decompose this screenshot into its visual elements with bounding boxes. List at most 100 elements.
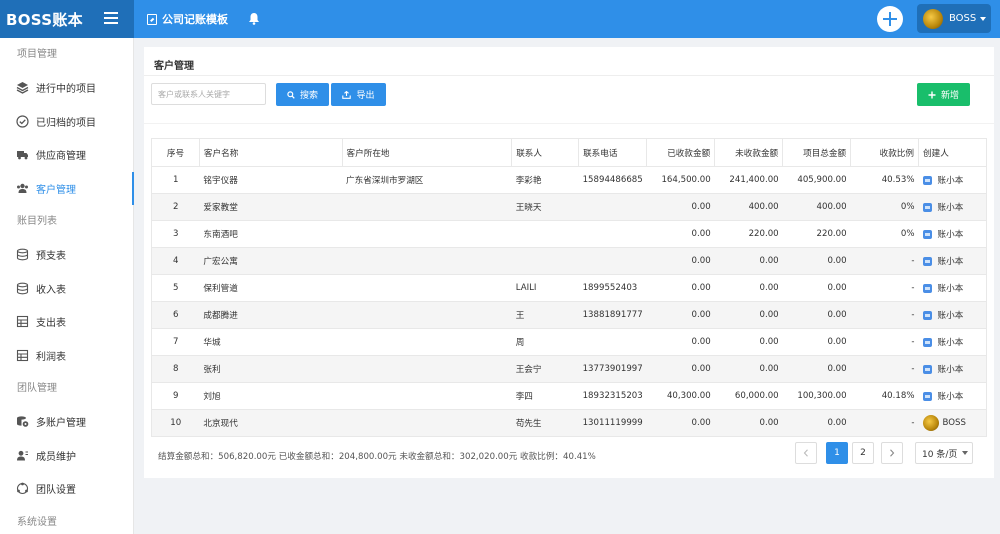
table-row[interactable]: 2 爱家教堂 王晓天 0.00 400.00 400.00 0% 账小本 (151, 193, 987, 221)
cell-creator: 账小本 (918, 382, 987, 410)
sidebar-item-customers[interactable]: 客户管理 (0, 171, 134, 206)
sidebar-item-suppliers[interactable]: 供应商管理 (0, 138, 133, 172)
cell-phone: 15894486685 (578, 166, 647, 194)
avatar (922, 415, 939, 431)
column-header-phone[interactable]: 联系电话 (578, 138, 648, 167)
members-icon (17, 450, 28, 461)
sidebar-item-income[interactable]: 收入表 (0, 272, 133, 306)
cell-name: 东南酒吧 (199, 220, 343, 248)
search-input[interactable] (151, 83, 266, 105)
brand-area: BOSS账本 (0, 0, 134, 38)
table-row[interactable]: 6 成都腾进王 13881891777 0.00 0.00 0.00- 账小本 (151, 301, 987, 329)
sidebar-item-profit[interactable]: 利润表 (0, 339, 133, 373)
column-header-received[interactable]: 已收款金额 (646, 138, 716, 167)
table-row[interactable]: 5 保利管道 LAILI 1899552403 0.00 0.00 0.00- 账小本 (151, 274, 987, 302)
template-link[interactable]: 公司记账模板 (147, 11, 228, 27)
table-row[interactable]: 8 张利 王会宁 13773901997 0.00 0.00 0.00- 账小本 (151, 355, 987, 383)
column-header-contact[interactable]: 联系人 (511, 138, 580, 167)
cell-phone (578, 193, 647, 221)
cell-location (342, 355, 512, 383)
cell-location (342, 301, 512, 329)
bell-icon[interactable] (248, 12, 260, 25)
column-header-creator[interactable]: 创建人 (918, 138, 987, 167)
column-header-total[interactable]: 项目总金额 (782, 138, 852, 167)
column-header-unreceived[interactable]: 未收款金额 (714, 138, 784, 167)
search-button[interactable]: 搜索 (276, 83, 329, 106)
creator: BOSS (922, 415, 983, 431)
prev-page-button[interactable] (795, 442, 817, 464)
cell-contact (511, 247, 579, 275)
add-customer-button[interactable]: 新增 (917, 83, 970, 106)
page-2-button[interactable]: 2 (852, 442, 874, 464)
user-menu[interactable]: BOSS (917, 4, 991, 33)
cell-total: 100,300.00 (782, 382, 851, 410)
cell-received: 0.00 (646, 247, 715, 275)
cell-creator: 账小本 (918, 355, 987, 383)
column-header-ratio[interactable]: 收款比例 (850, 138, 919, 167)
sidebar-item-members[interactable]: 成员维护 (0, 439, 133, 473)
next-page-button[interactable] (881, 442, 903, 464)
sidebar-item-expense[interactable]: 支出表 (0, 305, 133, 339)
cell-no: 9 (151, 382, 200, 410)
cell-unreceived: 220.00 (714, 220, 783, 248)
cell-name: 北京现代 (199, 409, 343, 437)
column-header-name[interactable]: 客户名称 (199, 138, 343, 167)
table-row[interactable]: 7 华城周 0.00 0.00 0.00- 账小本 (151, 328, 987, 356)
cell-name: 华城 (199, 328, 343, 356)
cell-no: 4 (151, 247, 200, 275)
cell-no: 2 (151, 193, 200, 221)
table-row[interactable]: 4 广宏公寓 0.00 0.00 0.00- 账小本 (151, 247, 987, 275)
page-size-select[interactable]: 10 条/页 (915, 442, 973, 464)
sidebar-item-active-projects[interactable]: 进行中的项目 (0, 71, 133, 105)
table-row[interactable]: 10 北京现代 苟先生 13011119999 0.00 0.00 0.00- BOSS (151, 409, 987, 437)
table-header-row: 序号 客户名称 客户所在地 联系人 联系电话 已收款金额 未收款金额 项目总金额… (151, 138, 987, 167)
export-button[interactable]: 导出 (331, 83, 386, 106)
quick-add-button[interactable] (877, 6, 903, 32)
cell-total: 0.00 (782, 409, 851, 437)
cell-creator: 账小本 (918, 328, 987, 356)
creator-name: 账小本 (937, 176, 964, 186)
sidebar-item-label: 支出表 (36, 318, 66, 330)
sidebar-item-advance[interactable]: 预支表 (0, 238, 133, 272)
creator-name: 账小本 (937, 284, 964, 294)
avatar (923, 8, 943, 29)
check-circle-icon (16, 115, 29, 128)
creator: 账小本 (922, 174, 983, 186)
table-row[interactable]: 9 刘旭 李四 18932315203 40,300.00 60,000.00 100,30… (151, 382, 987, 410)
page-size-value: 10 条/页 (922, 449, 958, 460)
cell-no: 6 (151, 301, 200, 329)
creator: 账小本 (922, 255, 983, 267)
truck-icon (17, 151, 28, 160)
menu-toggle-icon[interactable] (104, 12, 118, 24)
cell-name: 成都腾进 (199, 301, 343, 329)
cell-unreceived: 60,000.00 (714, 382, 783, 410)
sidebar: 项目管理 进行中的项目 已归档的项目 供应商管理 客户管理 账目列表 预支表 收… (0, 38, 134, 534)
cell-location: 广东省深圳市罗湖区 (342, 166, 512, 194)
cell-location (342, 247, 512, 275)
page-1-button[interactable]: 1 (826, 442, 848, 464)
brand-logo[interactable]: BOSS账本 (6, 9, 83, 30)
divider (144, 75, 994, 76)
sidebar-item-team-settings[interactable]: 团队设置 (0, 472, 133, 506)
sidebar-item-label: 供应商管理 (36, 151, 86, 163)
search-icon (287, 90, 295, 99)
sidebar-item-label: 利润表 (36, 351, 66, 363)
sidebar-item-archived-projects[interactable]: 已归档的项目 (0, 105, 133, 139)
table-row[interactable]: 3 东南酒吧 0.00 220.00 220.00 0% 账小本 (151, 220, 987, 248)
cell-name: 张利 (199, 355, 343, 383)
sidebar-item-multi-account[interactable]: 多账户管理 (0, 405, 133, 439)
cell-received: 0.00 (646, 328, 715, 356)
column-header-location[interactable]: 客户所在地 (342, 138, 513, 167)
app-icon (922, 202, 932, 212)
column-header-no[interactable]: 序号 (151, 138, 200, 167)
creator: 账小本 (922, 201, 983, 213)
sidebar-section-team: 团队管理 (17, 383, 57, 394)
cell-ratio: - (850, 328, 919, 356)
chevron-left-icon (803, 449, 808, 457)
app-icon (922, 337, 932, 347)
table-row[interactable]: 1 铭宇仪器 广东省深圳市罗湖区 李彩艳 15894486685 164,500.00 24… (151, 166, 987, 194)
app-icon (922, 364, 932, 374)
app-icon (922, 229, 932, 239)
cell-contact: 苟先生 (511, 409, 579, 437)
creator: 账小本 (922, 336, 983, 348)
